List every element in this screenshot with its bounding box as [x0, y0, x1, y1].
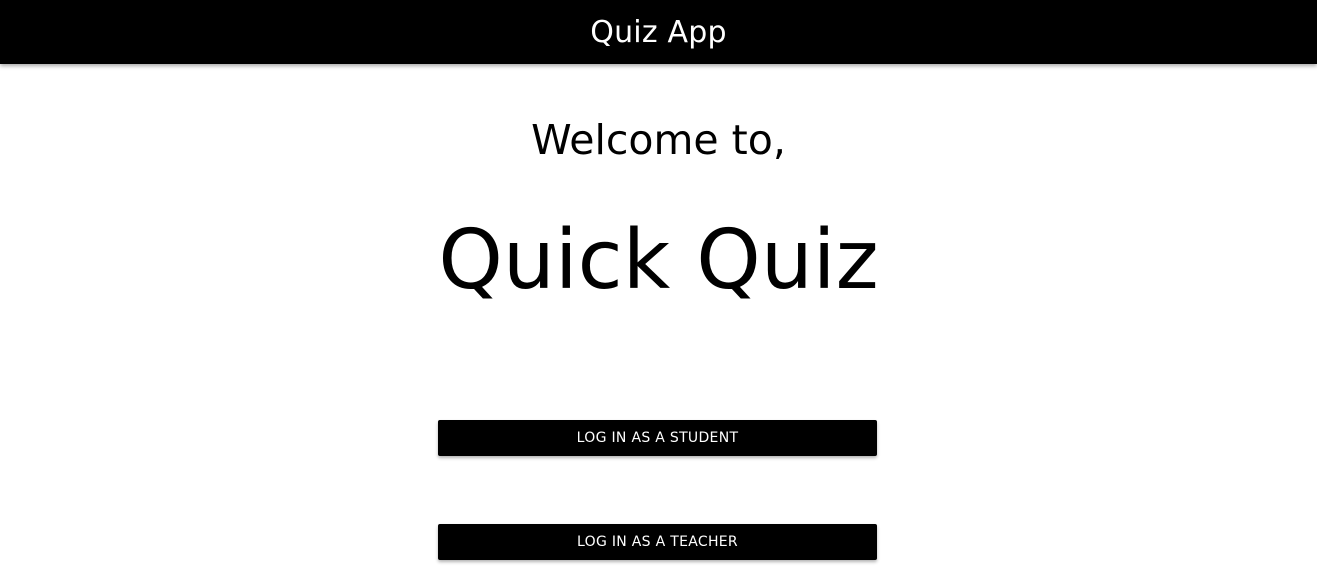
- app-header: Quiz App: [0, 0, 1317, 64]
- brand-title: Quick Quiz: [438, 213, 879, 308]
- welcome-heading: Welcome to,: [531, 116, 786, 164]
- login-teacher-button[interactable]: LOG IN AS A TEACHER: [438, 524, 877, 560]
- app-title: Quiz App: [590, 14, 727, 50]
- login-student-button[interactable]: LOG IN AS A STUDENT: [438, 420, 877, 456]
